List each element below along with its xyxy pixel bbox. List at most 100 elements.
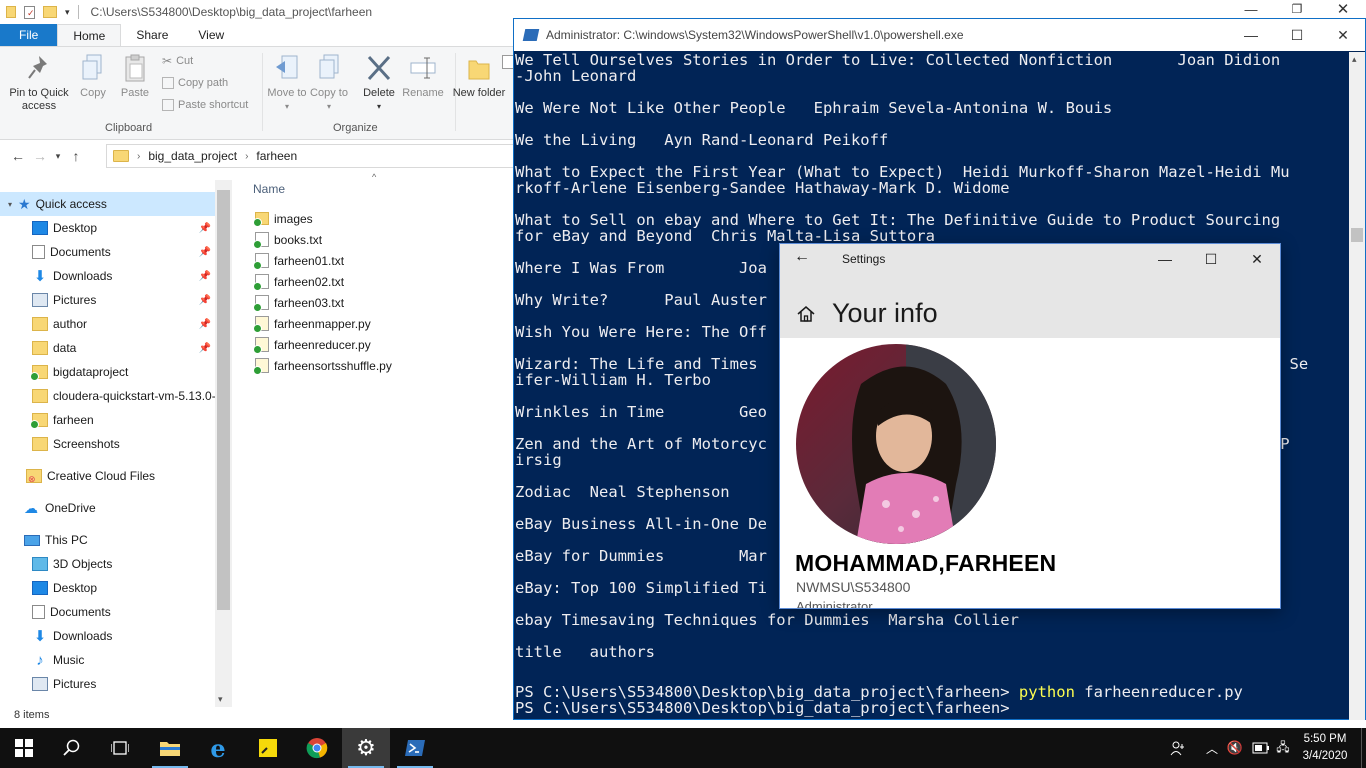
- clock[interactable]: 5:50 PM 3/4/2020: [1290, 731, 1360, 765]
- rename-button[interactable]: Rename: [396, 53, 450, 100]
- pin-icon[interactable]: 📌: [199, 319, 211, 330]
- search-button[interactable]: [48, 728, 96, 768]
- ps-close-button[interactable]: ✕: [1320, 19, 1366, 51]
- settings-maximize-button[interactable]: ☐: [1188, 244, 1234, 274]
- tab-file[interactable]: File: [0, 24, 58, 46]
- properties-icon[interactable]: ✓: [24, 5, 35, 19]
- scrollbar-thumb[interactable]: [217, 190, 230, 610]
- console-current-prompt[interactable]: PS C:\Users\S534800\Desktop\big_data_pro…: [515, 700, 1010, 716]
- file-item-sortsshuffle[interactable]: farheensortsshuffle.py: [253, 355, 392, 376]
- settings-taskbar-button[interactable]: ⚙: [342, 728, 390, 768]
- start-button[interactable]: [0, 728, 48, 768]
- sync-check-icon: [253, 218, 262, 227]
- people-icon[interactable]: [1166, 728, 1190, 768]
- console-scrollbar[interactable]: ▴: [1349, 52, 1365, 720]
- file-item-farheen01[interactable]: farheen01.txt: [253, 250, 344, 271]
- ps-maximize-button[interactable]: ☐: [1274, 19, 1320, 51]
- nav-item-downloads[interactable]: ⬇ Downloads 📌: [0, 264, 215, 288]
- nav-onedrive[interactable]: ☁ OneDrive: [0, 496, 215, 520]
- console-line: ifer-William H. Terbo: [515, 371, 711, 389]
- text-file-icon: [253, 253, 269, 270]
- tab-share[interactable]: Share: [121, 24, 183, 46]
- scroll-down-arrow-icon[interactable]: ▾: [218, 694, 223, 705]
- forward-arrow-icon[interactable]: →: [29, 148, 51, 164]
- nav-item-pc-pictures[interactable]: Pictures: [0, 672, 215, 696]
- recent-locations-icon[interactable]: ▾: [51, 151, 65, 162]
- explorer-close-button[interactable]: ✕: [1320, 0, 1366, 18]
- nav-creative-cloud-label: Creative Cloud Files: [47, 469, 156, 483]
- nav-creative-cloud[interactable]: ⊗ Creative Cloud Files: [0, 464, 215, 488]
- volume-muted-icon[interactable]: 🔇: [1224, 728, 1246, 768]
- file-item-images[interactable]: images: [253, 208, 313, 229]
- explorer-restore-button[interactable]: ❐: [1274, 0, 1320, 18]
- up-arrow-icon[interactable]: ↑: [65, 148, 87, 164]
- copy-path-button[interactable]: Copy path: [162, 77, 228, 89]
- nav-item-farheen[interactable]: farheen: [0, 408, 215, 432]
- file-item-mapper[interactable]: farheenmapper.py: [253, 313, 371, 334]
- new-folder-icon[interactable]: [43, 6, 57, 18]
- nav-item-pictures[interactable]: Pictures 📌: [0, 288, 215, 312]
- show-desktop-button[interactable]: [1361, 728, 1366, 768]
- tab-home[interactable]: Home: [57, 24, 122, 46]
- nav-item-3d-objects[interactable]: 3D Objects: [0, 552, 215, 576]
- nav-item-pc-documents[interactable]: Documents: [0, 600, 215, 624]
- explorer-minimize-button[interactable]: —: [1228, 0, 1274, 18]
- customize-toolbar-icon[interactable]: ▾: [65, 7, 70, 18]
- pin-icon[interactable]: 📌: [199, 247, 211, 258]
- nav-item-bigdataproject[interactable]: bigdataproject: [0, 360, 215, 384]
- copy-to-button[interactable]: Copy to ▾: [302, 53, 356, 113]
- file-item-books[interactable]: books.txt: [253, 229, 322, 250]
- pin-icon[interactable]: 📌: [199, 295, 211, 306]
- nav-item-cloudera[interactable]: cloudera-quickstart-vm-5.13.0-: [0, 384, 215, 408]
- ribbon-tabs: File Home Share View: [0, 24, 515, 47]
- file-item-farheen03[interactable]: farheen03.txt: [253, 292, 344, 313]
- folder-icon[interactable]: [6, 6, 16, 18]
- nav-quick-access[interactable]: ▾ ★ Quick access: [0, 192, 215, 216]
- task-view-button[interactable]: [96, 728, 144, 768]
- breadcrumb-farheen[interactable]: farheen: [256, 149, 297, 163]
- navigation-scrollbar[interactable]: ▾: [215, 180, 232, 707]
- console-line: eBay for Dummies Mar: [515, 547, 767, 565]
- nav-this-pc[interactable]: This PC: [0, 528, 215, 552]
- pin-icon[interactable]: 📌: [199, 343, 211, 354]
- breadcrumb-big-data-project[interactable]: big_data_project: [148, 149, 237, 163]
- nav-item-data[interactable]: data 📌: [0, 336, 215, 360]
- edge-taskbar-button[interactable]: e: [194, 728, 242, 768]
- settings-close-button[interactable]: ✕: [1234, 244, 1280, 274]
- home-icon[interactable]: [796, 304, 816, 324]
- scrollbar-thumb[interactable]: [1351, 228, 1363, 242]
- address-bar[interactable]: › big_data_project › farheen: [106, 144, 515, 168]
- nav-item-author[interactable]: author 📌: [0, 312, 215, 336]
- nav-item-pc-desktop[interactable]: Desktop: [0, 576, 215, 600]
- pin-icon[interactable]: 📌: [199, 271, 211, 282]
- nav-item-desktop[interactable]: Desktop 📌: [0, 216, 215, 240]
- powershell-taskbar-button[interactable]: [391, 728, 439, 768]
- back-arrow-icon[interactable]: ←: [794, 248, 810, 266]
- nav-item-screenshots[interactable]: Screenshots: [0, 432, 215, 456]
- sticky-notes-taskbar-button[interactable]: [244, 728, 292, 768]
- ps-minimize-button[interactable]: —: [1228, 19, 1274, 51]
- paste-shortcut-button[interactable]: Paste shortcut: [162, 99, 248, 111]
- documents-icon: [32, 245, 45, 259]
- battery-icon[interactable]: [1250, 728, 1272, 768]
- chrome-taskbar-button[interactable]: [293, 728, 341, 768]
- pin-to-quick-access-button[interactable]: Pin to Quick access: [6, 53, 72, 113]
- file-item-reducer[interactable]: farheenreducer.py: [253, 334, 371, 355]
- desktop-icon: [32, 581, 48, 595]
- pin-icon[interactable]: 📌: [199, 223, 211, 234]
- new-folder-button[interactable]: New folder: [452, 53, 506, 100]
- back-arrow-icon[interactable]: ←: [7, 148, 29, 164]
- cut-button[interactable]: ✂ Cut: [162, 54, 193, 68]
- file-explorer-window: ✓ ▾ C:\Users\S534800\Desktop\big_data_pr…: [0, 0, 515, 728]
- paste-button[interactable]: Paste: [108, 53, 162, 100]
- tab-view[interactable]: View: [183, 24, 239, 46]
- nav-item-pc-downloads[interactable]: ⬇ Downloads: [0, 624, 215, 648]
- nav-item-documents[interactable]: Documents 📌: [0, 240, 215, 264]
- file-explorer-taskbar-button[interactable]: [146, 728, 194, 768]
- settings-minimize-button[interactable]: —: [1142, 244, 1188, 274]
- nav-item-music[interactable]: ♪ Music: [0, 648, 215, 672]
- scroll-up-arrow-icon[interactable]: ▴: [1352, 54, 1357, 65]
- show-hidden-icons-chevron-icon[interactable]: ︿: [1202, 728, 1222, 768]
- column-header-name[interactable]: Name: [253, 182, 285, 196]
- file-item-farheen02[interactable]: farheen02.txt: [253, 271, 344, 292]
